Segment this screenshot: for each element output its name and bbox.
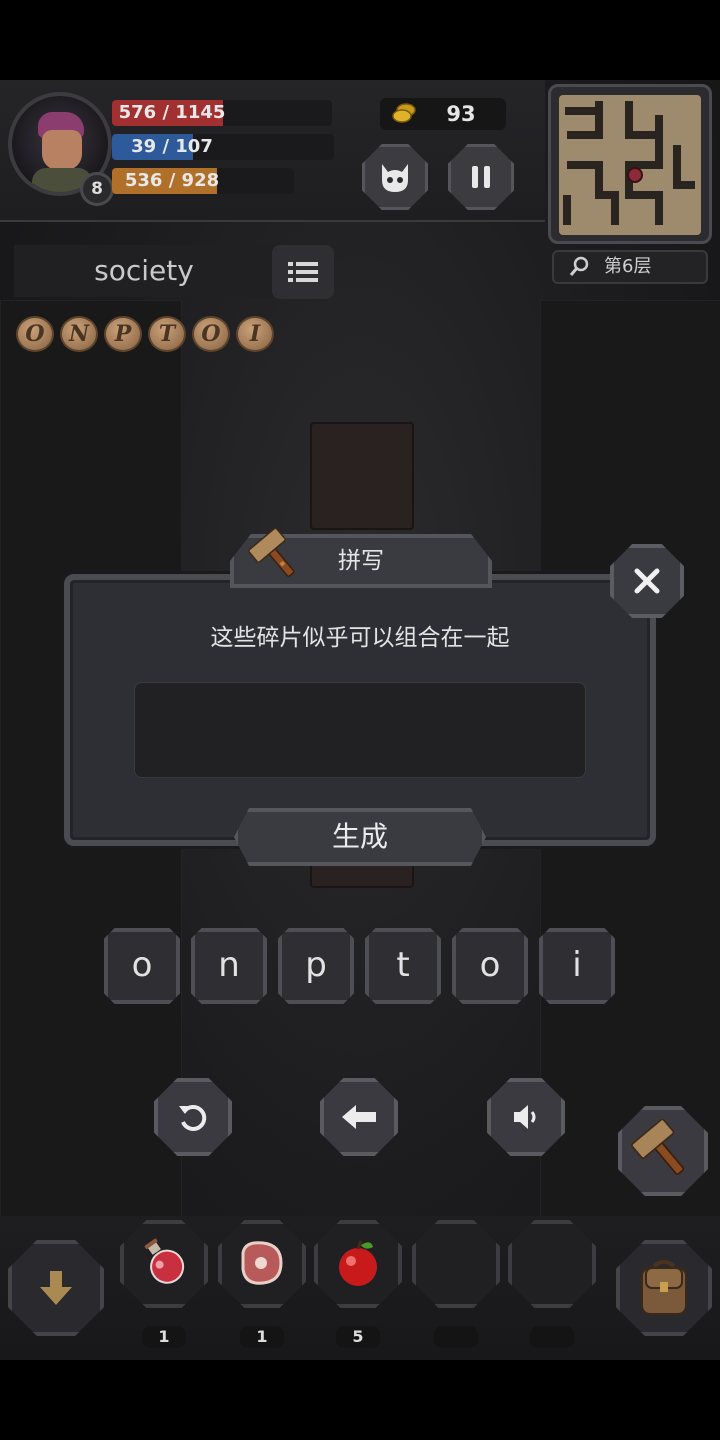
hammer-icon xyxy=(631,1119,685,1175)
hp-bar: 576 / 1145 xyxy=(112,100,332,126)
letter-tile[interactable]: o xyxy=(104,928,180,1004)
fragment-tile: O xyxy=(192,316,230,352)
fragment-tile: N xyxy=(60,316,98,352)
search-icon xyxy=(569,256,589,276)
game-screen: 8 576 / 1145 39 / 107 536 / 928 93 第6层 s… xyxy=(0,80,720,1360)
apple-icon xyxy=(339,1240,377,1286)
mp-text: 39 / 107 xyxy=(131,136,213,157)
refresh-icon xyxy=(179,1104,207,1131)
minimap[interactable] xyxy=(548,84,712,244)
avatar-face xyxy=(42,130,82,170)
floor-label: 第6层 xyxy=(604,256,652,277)
item-count: 5 xyxy=(336,1326,380,1348)
letter-tile[interactable]: o xyxy=(452,928,528,1004)
letter-tile[interactable]: p xyxy=(278,928,354,1004)
xp-bar: 536 / 928 xyxy=(112,168,294,194)
letter-tiles: o n p t o i xyxy=(104,928,615,1004)
descend-button[interactable] xyxy=(8,1240,104,1336)
item-count: 1 xyxy=(240,1326,284,1348)
fragment-tile: P xyxy=(104,316,142,352)
answer-input[interactable] xyxy=(134,682,586,778)
letter-tile[interactable]: t xyxy=(365,928,441,1004)
hammer-tool-button[interactable] xyxy=(618,1106,708,1196)
coin-count: 93 xyxy=(446,102,476,126)
player-level-badge: 8 xyxy=(80,172,114,206)
arrow-down-icon xyxy=(40,1271,72,1305)
letter-tile[interactable]: i xyxy=(539,928,615,1004)
speaker-icon xyxy=(514,1105,536,1129)
backpack-button[interactable] xyxy=(616,1240,712,1336)
item-count xyxy=(434,1326,478,1348)
close-icon xyxy=(634,568,660,594)
letter-tile[interactable]: n xyxy=(191,928,267,1004)
hp-text: 576 / 1145 xyxy=(118,102,226,123)
demon-face-icon xyxy=(382,164,408,192)
mp-bar: 39 / 107 xyxy=(112,134,334,160)
coin-icon xyxy=(392,103,416,123)
item-count xyxy=(530,1326,574,1348)
fragment-tile: O xyxy=(16,316,54,352)
meat-icon xyxy=(241,1241,283,1285)
minimap-walls xyxy=(563,101,695,225)
backspace-button[interactable] xyxy=(320,1078,398,1156)
backpack-icon xyxy=(641,1260,687,1315)
generate-button[interactable]: 生成 xyxy=(234,808,486,866)
dialog-message: 这些碎片似乎可以组合在一起 xyxy=(210,625,510,651)
fragment-tile: T xyxy=(148,316,186,352)
hammer-icon xyxy=(248,528,295,577)
pause-icon xyxy=(472,166,490,188)
fragment-row: O N P T O I xyxy=(16,316,274,352)
item-count: 1 xyxy=(142,1326,186,1348)
coin-counter: 93 xyxy=(380,98,506,130)
minimap-field xyxy=(559,95,701,235)
target-word: society xyxy=(14,245,274,297)
crate xyxy=(310,422,414,530)
floor-indicator[interactable]: 第6层 xyxy=(552,250,708,284)
fragment-tile: I xyxy=(236,316,274,352)
backspace-icon xyxy=(342,1105,376,1129)
list-icon xyxy=(288,262,318,282)
potion-icon xyxy=(144,1238,185,1284)
xp-text: 536 / 928 xyxy=(124,170,220,191)
word-list-button[interactable] xyxy=(272,245,334,299)
